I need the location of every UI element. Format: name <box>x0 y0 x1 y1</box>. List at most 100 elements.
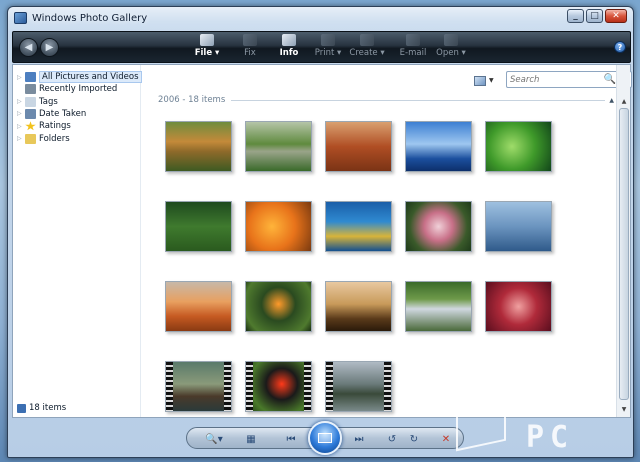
group-header[interactable]: 2006 - 18 items ▲ <box>158 94 614 106</box>
group-divider <box>231 99 606 101</box>
collapse-icon[interactable]: ▲ <box>609 97 614 104</box>
thumbnail-view-icon[interactable] <box>474 75 486 86</box>
tree-item-5[interactable]: ▷ Folders <box>17 133 70 145</box>
tree-item-label: Folders <box>39 133 70 144</box>
expand-arrow-icon[interactable]: ▷ <box>17 135 25 142</box>
toolbar-item-4[interactable]: Create ▾ <box>349 34 385 62</box>
tree-item-label: Recently Imported <box>39 84 118 95</box>
group-header-label: 2006 - 18 items <box>158 95 226 105</box>
tree-item-label: Tags <box>39 96 58 107</box>
recent-icon <box>25 84 36 95</box>
toolbar-item-label: E-mail <box>399 48 427 58</box>
status-icon <box>17 403 26 413</box>
calendar-icon <box>25 108 36 119</box>
help-icon[interactable]: ? <box>614 41 626 53</box>
thumbnail-orange-flowers[interactable] <box>245 201 312 252</box>
thumbnail-waterfall-stream[interactable] <box>405 281 472 332</box>
expand-arrow-icon[interactable]: ▷ <box>17 110 25 117</box>
thumbnail-pane: ▼ 🔍 ▼ 2006 - 18 items ▲ <box>142 65 632 417</box>
toolbar-icon <box>282 34 296 46</box>
thumbnail-plumeria-flowers[interactable] <box>405 201 472 252</box>
watermark-line2: PC <box>526 420 575 455</box>
tree-item-0[interactable]: ▷ All Pictures and Videos <box>17 71 142 83</box>
toolbar-item-label: Create ▾ <box>349 48 385 58</box>
toolbar-icon <box>200 34 214 46</box>
command-toolbar: ◀ ▶ File ▾ Fix Info Print ▾ Create ▾ E-mail Op… <box>12 31 631 63</box>
toolbar-item-label: Info <box>279 48 299 58</box>
expand-arrow-icon[interactable]: ▷ <box>17 74 25 81</box>
minimize-button[interactable]: _ <box>567 9 584 23</box>
previous-button[interactable]: ⏮ <box>279 432 303 446</box>
folder-icon <box>25 133 36 144</box>
thumbnail-lake-video[interactable] <box>325 361 392 412</box>
next-button[interactable]: ⏭ <box>347 432 371 446</box>
expand-arrow-icon[interactable]: ▷ <box>17 123 25 130</box>
tree-item-label: Ratings <box>39 121 71 132</box>
tree-item-4[interactable]: ▷ Ratings <box>17 120 71 132</box>
tree-item-2[interactable]: ▷ Tags <box>17 96 58 108</box>
zoom-button[interactable]: 🔍▾ <box>201 432 227 446</box>
thumbnail-sea-turtle[interactable] <box>325 201 392 252</box>
navigation-pane: ▷ All Pictures and Videos Recently Importe… <box>13 65 142 417</box>
toolbar-item-1[interactable]: Fix <box>232 34 268 62</box>
grid-view-button[interactable]: ▦ <box>243 432 259 446</box>
toolbar-icon <box>444 34 458 46</box>
vertical-scrollbar[interactable]: ▲ ▼ <box>616 65 630 417</box>
tree-item-label: Date Taken <box>39 108 87 119</box>
toolbar-icon <box>360 34 374 46</box>
toolbar-item-label: Fix <box>244 48 256 58</box>
thumbnail-whale-tail[interactable] <box>485 201 552 252</box>
scrollbar-thumb[interactable] <box>619 108 629 400</box>
thumbnail-butterfly-video[interactable] <box>245 361 312 412</box>
tree-item-3[interactable]: ▷ Date Taken <box>17 108 86 120</box>
item-count-label: 18 items <box>29 403 67 413</box>
delete-button[interactable]: ✕ <box>439 432 453 446</box>
purepc-logo-cube <box>456 390 506 452</box>
item-count-status: 18 items <box>17 403 66 413</box>
chevron-down-icon[interactable]: ▼ <box>489 77 494 84</box>
forward-button[interactable]: ▶ <box>40 38 59 57</box>
thumbnail-forest-path[interactable] <box>165 201 232 252</box>
thumbnail-red-leaves[interactable] <box>485 281 552 332</box>
tree-item-1[interactable]: Recently Imported <box>17 83 117 95</box>
thumbnail-mountain-stream[interactable] <box>245 121 312 172</box>
toolbar-item-label: Open ▾ <box>436 48 466 58</box>
thumbnail-desert-dunes[interactable] <box>165 281 232 332</box>
thumbnail-desert-mesa[interactable] <box>325 121 392 172</box>
toolbar-item-label: File ▾ <box>194 48 220 58</box>
thumbnail-green-fern[interactable] <box>485 121 552 172</box>
thumbnail-iceberg-blue[interactable] <box>405 121 472 172</box>
photo-gallery-app-icon <box>14 12 27 24</box>
toolbar-item-label: Print ▾ <box>314 48 342 58</box>
close-button[interactable]: ✕ <box>605 9 627 23</box>
thumbnail-autumn-tree[interactable] <box>165 121 232 172</box>
thumbnail-sunset-tree[interactable] <box>325 281 392 332</box>
tree-item-label: All Pictures and Videos <box>39 71 142 83</box>
purepc-watermark: PURE PC <box>456 390 634 458</box>
thumbnail-toucan[interactable] <box>245 281 312 332</box>
scroll-up-arrow-icon[interactable]: ▲ <box>618 95 630 107</box>
search-icon[interactable]: 🔍 <box>604 74 616 85</box>
toolbar-icon <box>321 34 335 46</box>
expand-arrow-icon[interactable]: ▷ <box>17 98 25 105</box>
back-button[interactable]: ◀ <box>19 38 38 57</box>
title-bar[interactable]: Windows Photo Gallery _ □ ✕ <box>8 7 633 31</box>
rotate-left-button[interactable]: ↺ <box>385 432 399 446</box>
slideshow-icon <box>318 433 332 443</box>
play-slideshow-button[interactable] <box>308 421 342 455</box>
maximize-button[interactable]: □ <box>586 9 603 23</box>
search-input[interactable] <box>510 74 608 86</box>
toolbar-item-5[interactable]: E-mail <box>395 34 431 62</box>
toolbar-item-2[interactable]: Info <box>271 34 307 62</box>
window-title: Windows Photo Gallery <box>32 13 148 24</box>
view-options[interactable]: ▼ <box>474 74 500 87</box>
toolbar-icon <box>406 34 420 46</box>
thumbnail-bear-video[interactable] <box>165 361 232 412</box>
toolbar-item-3[interactable]: Print ▾ <box>310 34 346 62</box>
search-box[interactable]: 🔍 ▼ <box>506 71 632 88</box>
window-controls: _ □ ✕ <box>567 9 627 23</box>
toolbar-item-6[interactable]: Open ▾ <box>433 34 469 62</box>
tag-icon <box>25 96 36 107</box>
toolbar-item-0[interactable]: File ▾ <box>189 34 225 62</box>
rotate-right-button[interactable]: ↻ <box>407 432 421 446</box>
